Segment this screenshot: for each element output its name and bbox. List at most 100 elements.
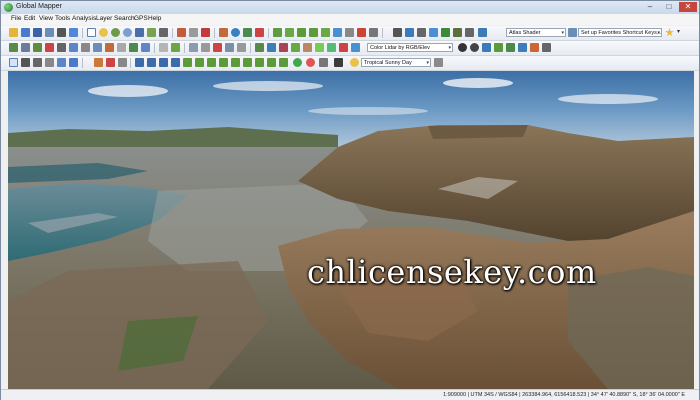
overview-icon[interactable] — [405, 28, 414, 37]
lidar-wire-icon[interactable] — [327, 43, 336, 52]
menu-edit[interactable]: Edit — [24, 15, 35, 22]
list-icon[interactable] — [417, 28, 426, 37]
fly-icon[interactable] — [33, 58, 42, 67]
lidar-veg-icon[interactable] — [315, 43, 324, 52]
play-icon[interactable] — [293, 58, 302, 67]
edit-icon[interactable] — [177, 28, 186, 37]
nav-down-icon[interactable] — [171, 58, 180, 67]
split-icon[interactable] — [45, 43, 54, 52]
sun-icon[interactable] — [350, 58, 359, 67]
zoom-in-icon[interactable] — [111, 28, 120, 37]
viewshed-icon[interactable] — [309, 28, 318, 37]
smooth-icon[interactable] — [129, 43, 138, 52]
lidar-building-icon[interactable] — [303, 43, 312, 52]
menu-analysis[interactable]: Analysis — [72, 15, 96, 22]
water-icon[interactable] — [333, 28, 342, 37]
lidar-edit-icon[interactable] — [530, 43, 539, 52]
graph-icon[interactable] — [441, 28, 450, 37]
menu-help[interactable]: Help — [148, 15, 161, 22]
move-tool-icon[interactable] — [21, 58, 30, 67]
shader-icon[interactable] — [465, 28, 474, 37]
lidar-color-select[interactable]: Color Lidar by RGB/Elev ▾ — [367, 43, 453, 52]
contour-icon[interactable] — [297, 28, 306, 37]
feature-info-icon[interactable] — [243, 28, 252, 37]
move-icon[interactable] — [225, 43, 234, 52]
menu-search[interactable]: Search — [114, 15, 135, 22]
buffer-icon[interactable] — [93, 43, 102, 52]
record-icon[interactable] — [306, 58, 315, 67]
reshape-icon[interactable] — [69, 43, 78, 52]
coords-icon[interactable] — [201, 43, 210, 52]
lidar-water-icon[interactable] — [351, 43, 360, 52]
print-icon[interactable] — [57, 28, 66, 37]
rotate-left-icon[interactable] — [207, 58, 216, 67]
rotate-icon[interactable] — [117, 43, 126, 52]
nav-up-icon[interactable] — [159, 58, 168, 67]
profile-icon[interactable] — [518, 43, 527, 52]
zoom-out-icon[interactable] — [123, 28, 132, 37]
terrain-icon[interactable] — [273, 28, 282, 37]
menu-file[interactable]: File — [11, 15, 21, 22]
lidar-ground-icon[interactable] — [291, 43, 300, 52]
grid-icon[interactable] — [345, 28, 354, 37]
sky-select[interactable]: Tropical Sunny Day ▾ — [361, 58, 431, 67]
lidar-settings-icon[interactable] — [470, 43, 479, 52]
save-icon[interactable] — [33, 28, 42, 37]
lidar-classify-icon[interactable] — [255, 43, 264, 52]
minimize-button[interactable]: – — [641, 2, 659, 12]
new-workspace-icon[interactable] — [21, 28, 30, 37]
nav-left-icon[interactable] — [135, 58, 144, 67]
lidar-noise-icon[interactable] — [339, 43, 348, 52]
info-icon[interactable] — [231, 28, 240, 37]
path-profile-icon[interactable] — [219, 28, 228, 37]
draw-point-icon[interactable] — [33, 43, 42, 52]
close-button[interactable]: ✕ — [679, 2, 697, 12]
combine-icon[interactable] — [81, 43, 90, 52]
brush-icon[interactable] — [171, 43, 180, 52]
ruler-icon[interactable] — [106, 58, 115, 67]
draw-icon[interactable] — [94, 58, 103, 67]
back-icon[interactable] — [135, 28, 144, 37]
clear-icon[interactable] — [213, 43, 222, 52]
nav-right-icon[interactable] — [147, 58, 156, 67]
shortcut-select[interactable]: Set up Favorites Shortcut Keys... ▾ — [578, 28, 662, 37]
draw-area-icon[interactable] — [21, 43, 30, 52]
snap-icon[interactable] — [189, 43, 198, 52]
paint-icon[interactable] — [159, 43, 168, 52]
gear-icon[interactable] — [458, 43, 467, 52]
3d-map-view[interactable]: chlicensekey.com — [8, 71, 694, 389]
raise-icon[interactable] — [183, 58, 192, 67]
remove-icon[interactable] — [357, 28, 366, 37]
pan-icon[interactable] — [99, 28, 108, 37]
lidar-clear-icon[interactable] — [279, 43, 288, 52]
pointcloud-icon[interactable] — [482, 43, 491, 52]
layer-control-icon[interactable] — [393, 28, 402, 37]
camera-icon[interactable] — [334, 58, 343, 67]
menu-tools[interactable]: Tools — [55, 15, 70, 22]
camera-tilt-icon[interactable] — [69, 58, 78, 67]
full-view-icon[interactable] — [147, 28, 156, 37]
reset-3d-icon[interactable] — [279, 58, 288, 67]
label-icon[interactable] — [255, 28, 264, 37]
measure-icon[interactable] — [159, 28, 168, 37]
star-icon[interactable] — [665, 28, 674, 37]
tilt-up-icon[interactable] — [231, 58, 240, 67]
3d-view-icon[interactable] — [429, 28, 438, 37]
crop-icon[interactable] — [105, 43, 114, 52]
tilt-down-icon[interactable] — [243, 58, 252, 67]
menu-gps[interactable]: GPS — [134, 15, 148, 22]
export-3d-icon[interactable] — [319, 58, 328, 67]
config-icon[interactable] — [69, 28, 78, 37]
draw-line-icon[interactable] — [9, 43, 18, 52]
rotate-right-icon[interactable] — [219, 58, 228, 67]
more-icon[interactable]: ▾ — [677, 28, 683, 37]
home-view-icon[interactable] — [57, 58, 66, 67]
tree-icon[interactable] — [494, 43, 503, 52]
maximize-button[interactable]: □ — [660, 2, 678, 12]
menu-view[interactable]: View — [39, 15, 53, 22]
chart-icon[interactable] — [478, 28, 487, 37]
move-vertex-icon[interactable] — [57, 43, 66, 52]
shader-select[interactable]: Atlas Shader ▾ — [506, 28, 566, 37]
orbit-icon[interactable] — [45, 58, 54, 67]
copy-icon[interactable] — [141, 43, 150, 52]
